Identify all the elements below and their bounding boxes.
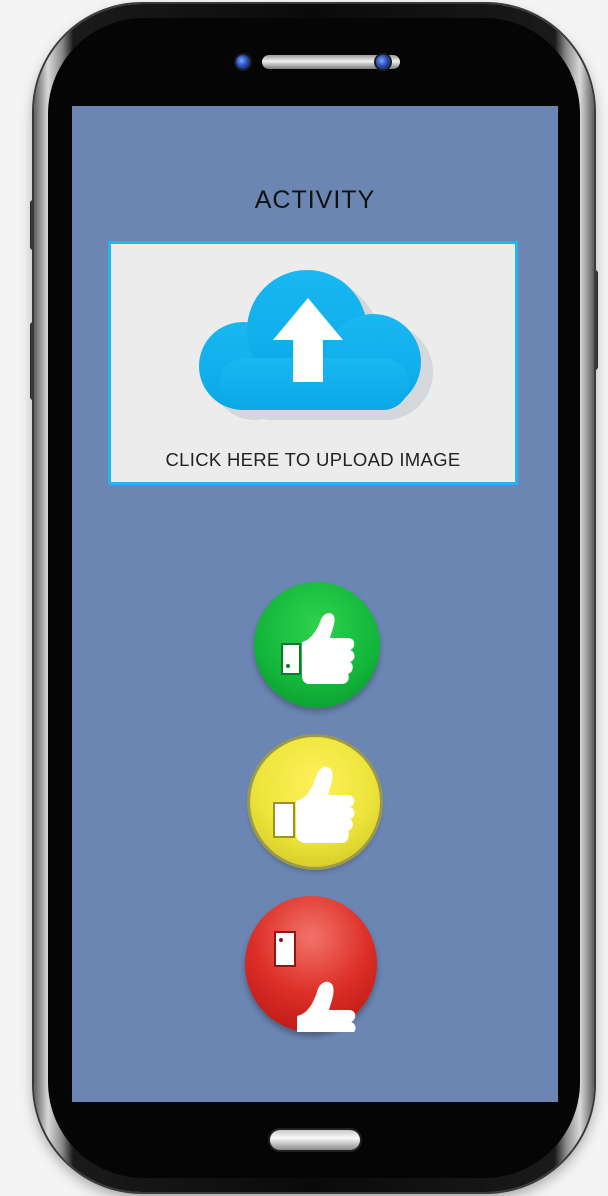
upload-image-area[interactable]: CLICK HERE TO UPLOAD IMAGE: [108, 241, 518, 485]
home-button[interactable]: [270, 1130, 360, 1150]
thumbs-up-icon: [273, 766, 355, 843]
thumbs-up-icon: [281, 613, 355, 684]
front-camera-icon: [236, 55, 250, 69]
page-title: ACTIVITY: [254, 186, 376, 214]
neutral-button[interactable]: [250, 737, 380, 867]
phone-screen: ACTIVITY CLICK HERE TO UPLOAD IMAGE: [72, 106, 558, 1102]
thumbs-down-icon: [274, 931, 356, 1032]
cloud-upload-icon: [199, 270, 433, 420]
like-button[interactable]: [254, 582, 380, 708]
proximity-sensor-icon: [376, 55, 390, 69]
upload-label: CLICK HERE TO UPLOAD IMAGE: [165, 449, 461, 470]
dislike-button[interactable]: [245, 896, 377, 1032]
